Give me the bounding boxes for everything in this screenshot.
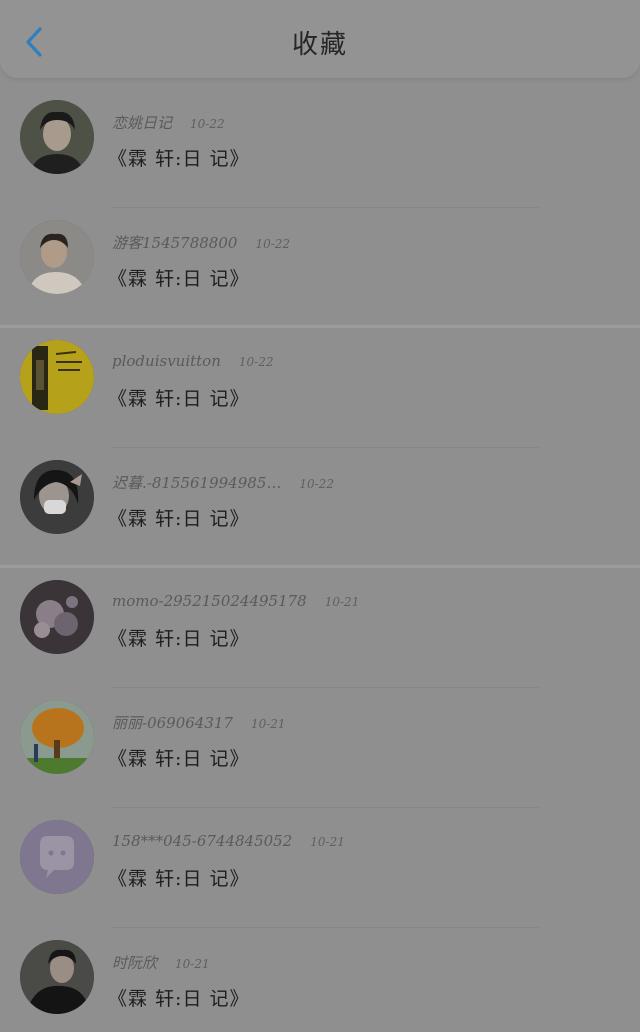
username: 游客1545788800 — [112, 234, 238, 252]
item-title: 《霖 轩:日 记》 — [108, 748, 250, 770]
username: momo-295215024495178 — [112, 592, 307, 610]
avatar — [20, 220, 94, 294]
avatar — [20, 100, 94, 174]
favorite-item[interactable]: ploduisvuitton 10-22 《霖 轩:日 记》 — [0, 328, 640, 448]
avatar — [20, 340, 94, 414]
item-title: 《霖 轩:日 记》 — [108, 508, 250, 530]
date: 10-21 — [310, 835, 345, 849]
avatar — [20, 820, 94, 894]
favorite-item[interactable]: 时阮欣 10-21 《霖 轩:日 记》 — [0, 928, 640, 1032]
favorites-list: 恋姚日记 10-22 《霖 轩:日 记》 游客1545788800 10-22 《霖… — [0, 88, 640, 1032]
favorite-item[interactable]: 恋姚日记 10-22 《霖 轩:日 记》 — [0, 88, 640, 208]
date: 10-21 — [324, 595, 360, 609]
date: 10-21 — [175, 957, 210, 971]
favorites-page: 收藏 恋姚日记 10-22 《霖 轩:日 记》 游客1545788800 10-… — [0, 0, 640, 1032]
date: 10-22 — [238, 355, 274, 369]
page-title: 收藏 — [291, 30, 348, 60]
username: ploduisvuitton — [112, 352, 221, 370]
favorite-item[interactable]: momo-295215024495178 10-21 《霖 轩:日 记》 — [0, 568, 640, 688]
username: 恋姚日记 — [112, 114, 173, 132]
date: 10-22 — [299, 477, 334, 491]
favorite-item[interactable]: 158***045-6744845052 10-21 《霖 轩:日 记》 — [0, 808, 640, 928]
item-title: 《霖 轩:日 记》 — [108, 148, 250, 170]
avatar — [20, 460, 94, 534]
item-title: 《霖 轩:日 记》 — [108, 868, 250, 890]
favorite-item[interactable]: 迟暮.-815561994985… 10-22 《霖 轩:日 记》 — [0, 448, 640, 568]
item-title: 《霖 轩:日 记》 — [108, 268, 250, 290]
username: 时阮欣 — [112, 954, 158, 972]
avatar — [20, 580, 94, 654]
username: 158***045-6744845052 — [112, 832, 293, 850]
avatar — [20, 700, 94, 774]
favorite-item[interactable]: 游客1545788800 10-22 《霖 轩:日 记》 — [0, 208, 640, 328]
date: 10-21 — [250, 717, 286, 731]
item-title: 《霖 轩:日 记》 — [108, 388, 250, 410]
item-title: 《霖 轩:日 记》 — [108, 628, 250, 650]
favorite-item[interactable]: 丽丽-069064317 10-21 《霖 轩:日 记》 — [0, 688, 640, 808]
top-bar: 收藏 — [0, 0, 640, 78]
date: 10-22 — [190, 117, 225, 131]
username: 丽丽-069064317 — [112, 714, 233, 732]
date: 10-22 — [255, 237, 291, 251]
avatar — [20, 940, 94, 1014]
username: 迟暮.-815561994985… — [112, 474, 282, 492]
item-title: 《霖 轩:日 记》 — [108, 988, 250, 1010]
